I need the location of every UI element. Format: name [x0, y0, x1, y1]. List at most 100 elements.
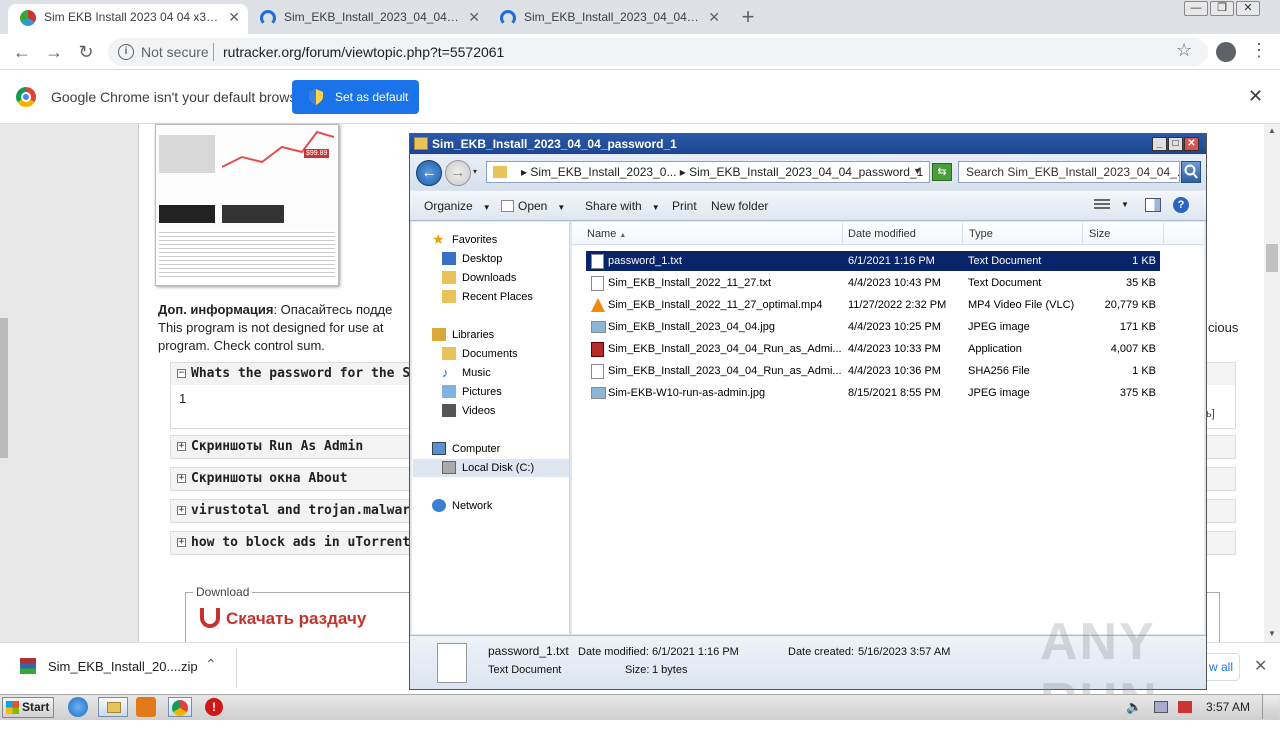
tab-close-icon[interactable]: ✕: [708, 4, 720, 30]
chrome-taskbar-button[interactable]: [168, 697, 192, 717]
explorer-titlebar[interactable]: Sim_EKB_Install_2023_04_04_password_1: [410, 134, 1206, 154]
file-row[interactable]: Sim-EKB-W10-run-as-admin.jpg 8/15/2021 8…: [586, 383, 1160, 403]
nav-computer[interactable]: Computer: [432, 440, 500, 458]
file-row[interactable]: Sim_EKB_Install_2023_04_04_Run_as_Admi..…: [586, 339, 1160, 359]
tab-rutracker[interactable]: Sim EKB Install 2023 04 04 x32 [2023 ✕: [8, 4, 248, 34]
explorer-close-button[interactable]: ✕: [1184, 137, 1199, 151]
omnibox[interactable]: i Not secure rutracker.org/forum/viewtop…: [108, 38, 1208, 66]
nav-libraries[interactable]: Libraries: [432, 326, 494, 344]
help-icon[interactable]: ?: [1173, 197, 1189, 213]
start-label: Start: [22, 700, 50, 714]
back-button[interactable]: ←: [10, 40, 34, 64]
column-type[interactable]: Type: [963, 223, 1083, 245]
nav-network[interactable]: Network: [432, 497, 492, 515]
explorer-forward-button[interactable]: →: [445, 160, 471, 186]
shelf-divider: [236, 648, 237, 688]
bookmark-star-icon[interactable]: ☆: [1176, 40, 1192, 61]
url-text[interactable]: rutracker.org/forum/viewtopic.php?t=5572…: [223, 44, 504, 60]
explorer-back-button[interactable]: ←: [416, 160, 442, 186]
tab-close-icon[interactable]: ✕: [228, 4, 240, 30]
tab-password-1[interactable]: Sim_EKB_Install_2023_04_04_password ✕: [248, 4, 488, 34]
new-tab-button[interactable]: +: [736, 4, 760, 30]
start-button[interactable]: Start: [2, 697, 54, 718]
nav-videos[interactable]: Videos: [442, 402, 495, 420]
omnibox-separator: [213, 43, 214, 61]
set-default-button[interactable]: Set as default: [292, 80, 419, 114]
expand-icon: +: [177, 473, 186, 483]
nav-local-disk[interactable]: Local Disk (C:): [413, 459, 569, 477]
file-name: Sim_EKB_Install_2022_11_27_optimal.mp4: [608, 299, 823, 311]
infobar-close-icon[interactable]: ✕: [1248, 86, 1263, 107]
nav-pictures[interactable]: Pictures: [442, 383, 502, 401]
column-date-modified[interactable]: Date modified: [842, 223, 963, 245]
media-player-icon[interactable]: [136, 697, 156, 717]
page-scrollbar[interactable]: ▲ ▼: [1264, 124, 1280, 642]
documents-icon: [442, 347, 456, 360]
antivirus-alert-icon[interactable]: !: [205, 698, 223, 716]
preview-pane-icon[interactable]: [1145, 198, 1161, 212]
nav-documents[interactable]: Documents: [442, 345, 518, 363]
thumb-image-dark-2: [222, 205, 284, 223]
windows-logo-icon: [6, 701, 19, 714]
share-with-button[interactable]: Share with ▼: [585, 199, 660, 213]
file-date: 6/1/2021 1:16 PM: [848, 255, 935, 267]
file-row[interactable]: password_1.txt 6/1/2021 1:16 PM Text Doc…: [586, 251, 1160, 271]
scroll-up-icon[interactable]: ▲: [1268, 126, 1276, 135]
page-side-handle[interactable]: [0, 318, 8, 458]
internet-explorer-icon[interactable]: [68, 697, 88, 717]
address-path: ▸ Sim_EKB_Install_2023_0... ▸ Sim_EKB_In…: [521, 165, 924, 179]
network-tray-icon[interactable]: [1154, 701, 1168, 713]
expand-icon: +: [177, 537, 186, 547]
search-icon[interactable]: [1181, 161, 1201, 183]
close-window-button[interactable]: ✕: [1236, 1, 1260, 16]
column-size[interactable]: Size: [1083, 223, 1164, 245]
nav-downloads[interactable]: Downloads: [442, 269, 516, 287]
restore-button[interactable]: ❐: [1210, 1, 1234, 16]
file-row[interactable]: Sim_EKB_Install_2023_04_04_Run_as_Admi..…: [586, 361, 1160, 381]
column-name[interactable]: Name ▲: [581, 223, 843, 245]
new-folder-button[interactable]: New folder: [711, 199, 768, 213]
explorer-minimize-button[interactable]: _: [1152, 137, 1167, 151]
taskbar-clock[interactable]: 3:57 AM: [1206, 700, 1250, 714]
refresh-icon[interactable]: ⇆: [932, 163, 952, 181]
reload-button[interactable]: ↻: [74, 40, 98, 64]
minimize-button[interactable]: —: [1184, 1, 1208, 16]
view-dropdown-icon[interactable]: ▼: [1121, 200, 1129, 209]
post-screenshot-thumbnail[interactable]: $99.89: [155, 124, 339, 286]
open-button[interactable]: Open ▼: [501, 199, 565, 213]
organize-button[interactable]: Organize ▼: [424, 199, 491, 213]
nav-music[interactable]: ♪ Music: [442, 364, 491, 382]
explorer-address-bar[interactable]: ▸ Sim_EKB_Install_2023_0... ▸ Sim_EKB_In…: [486, 161, 930, 183]
tab-password-2[interactable]: Sim_EKB_Install_2023_04_04_password ✕: [488, 4, 728, 34]
nav-recent-places[interactable]: Recent Places: [442, 288, 533, 306]
file-row[interactable]: Sim_EKB_Install_2023_04_04.jpg 4/4/2023 …: [586, 317, 1160, 337]
info-icon[interactable]: i: [118, 44, 134, 60]
explorer-title: Sim_EKB_Install_2023_04_04_password_1: [432, 137, 677, 151]
explorer-maximize-button[interactable]: □: [1168, 137, 1183, 151]
view-options-icon[interactable]: [1094, 199, 1110, 211]
tab-close-icon[interactable]: ✕: [468, 4, 480, 30]
account-avatar-icon[interactable]: [1216, 42, 1236, 62]
magnet-icon[interactable]: [200, 608, 220, 628]
page-scroll-thumb[interactable]: [1266, 244, 1278, 272]
chrome-menu-icon[interactable]: ⋮: [1250, 40, 1268, 61]
nav-desktop[interactable]: Desktop: [442, 250, 502, 268]
forward-button[interactable]: →: [42, 40, 66, 64]
details-file-type: Text Document: [488, 664, 562, 676]
download-options-chevron-icon[interactable]: ⌃: [205, 656, 217, 673]
explorer-taskbar-button[interactable]: [98, 697, 128, 717]
file-row[interactable]: Sim_EKB_Install_2022_11_27.txt 4/4/2023 …: [586, 273, 1160, 293]
print-button[interactable]: Print: [672, 199, 697, 213]
file-name: Sim_EKB_Install_2023_04_04_Run_as_Admi..…: [608, 343, 842, 355]
nav-favorites[interactable]: ★ Favorites: [432, 231, 497, 249]
address-dropdown-icon[interactable]: ▼: [913, 166, 922, 176]
file-row[interactable]: Sim_EKB_Install_2022_11_27_optimal.mp4 1…: [586, 295, 1160, 315]
explorer-search-input[interactable]: Search Sim_EKB_Install_2023_04_04_...: [958, 161, 1180, 183]
volume-icon[interactable]: 🔈: [1126, 699, 1142, 715]
download-item-name[interactable]: Sim_EKB_Install_20....zip: [48, 659, 198, 674]
show-desktop-button[interactable]: [1262, 695, 1278, 719]
file-date: 11/27/2022 2:32 PM: [848, 299, 947, 311]
download-torrent-link[interactable]: Скачать раздачу: [226, 609, 366, 629]
recent-pages-chevron-icon[interactable]: ▾: [473, 167, 477, 176]
flag-tray-icon[interactable]: [1178, 701, 1192, 713]
